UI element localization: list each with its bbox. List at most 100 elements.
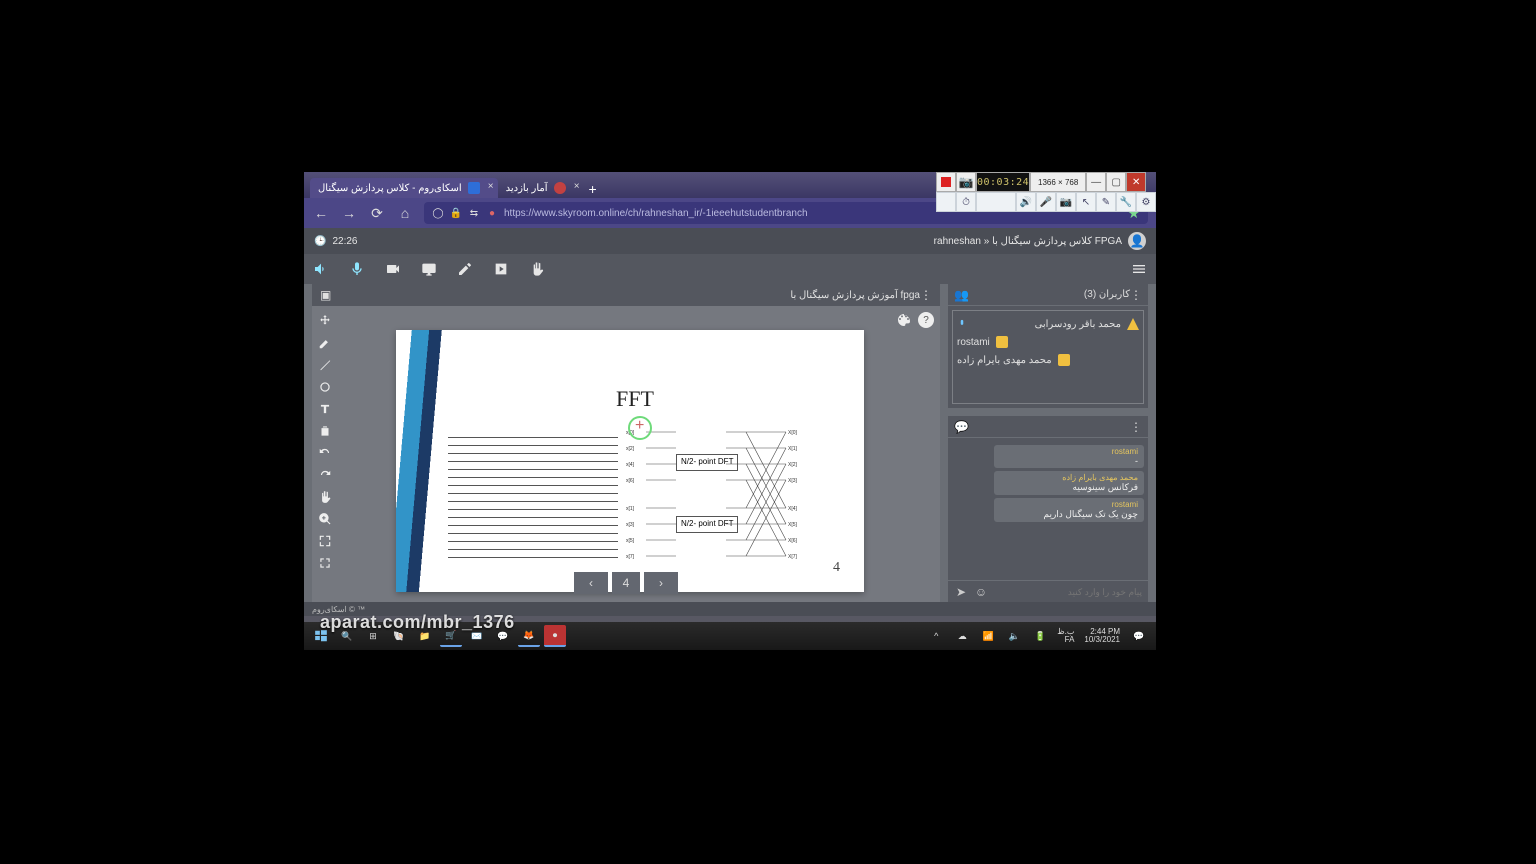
camera-capture-button[interactable]: 📷 (956, 172, 976, 192)
svg-text:X[2]: X[2] (788, 462, 798, 468)
taskbar-clock[interactable]: 2:44 PM 10/3/2021 (1080, 628, 1124, 645)
camera-icon[interactable] (384, 260, 402, 278)
move-tool-icon[interactable] (316, 312, 334, 330)
more-icon[interactable]: ⋮ (920, 288, 932, 302)
browser-tab[interactable]: آمار بازدید × (498, 178, 584, 198)
chat-messages: rostami - محمد مهدی بایرام زاده فرکانس س… (948, 438, 1148, 580)
fullscreen-tool-icon[interactable] (316, 554, 334, 572)
svg-text:x[1]: x[1] (626, 506, 635, 512)
tab-favicon (468, 182, 480, 194)
canvas-tool-palette (316, 312, 334, 572)
rec-timer-icon[interactable]: ⏱ (956, 192, 976, 212)
taskbar-firefox[interactable]: 🦊 (518, 625, 540, 647)
forward-button[interactable]: → (340, 204, 358, 222)
new-tab-button[interactable]: + (584, 180, 602, 198)
chat-input-row: ➤ ☺ (948, 580, 1148, 602)
avatar[interactable]: 👤 (1128, 232, 1146, 250)
rec-audio-icon[interactable]: 🔊 (1016, 192, 1036, 212)
presentation-panel: ▣ آموزش پردازش سیگنال با fpga ⋮ ? (312, 284, 940, 602)
tab-close-icon[interactable]: × (488, 181, 494, 192)
chat-panel: 💬 ⋮ rostami - محمد مهدی بایرام زاده فرکا… (948, 416, 1148, 602)
media-icon[interactable] (492, 260, 510, 278)
rec-mic-icon[interactable]: 🎤 (1036, 192, 1056, 212)
svg-text:X[6]: X[6] (788, 538, 798, 544)
whiteboard-icon[interactable] (456, 260, 474, 278)
user-name: محمد باقر رودسرابی (1035, 319, 1121, 330)
mic-permission-icon: ● (486, 207, 498, 219)
tray-lang[interactable]: ب.ظFA (1055, 628, 1076, 644)
user-row[interactable]: محمد مهدی بایرام زاده (957, 351, 1139, 369)
taskbar-recorder[interactable]: ⏺ (544, 625, 566, 647)
tab-favicon (554, 182, 566, 194)
send-icon[interactable]: ➤ (954, 585, 968, 599)
next-slide-button[interactable]: › (644, 572, 678, 594)
text-tool-icon[interactable] (316, 400, 334, 418)
skyroom-app: 🕒 22:26 rahneshan » کلاس پردازش سیگنال ب… (304, 228, 1156, 616)
rec-cursor-icon[interactable]: ↖ (1076, 192, 1096, 212)
maximize-button[interactable]: ▢ (1106, 172, 1126, 192)
fft-butterfly-diagram (448, 430, 618, 570)
close-button[interactable]: ✕ (1126, 172, 1146, 192)
menu-icon[interactable] (1130, 260, 1148, 278)
pan-tool-icon[interactable] (316, 488, 334, 506)
more-icon[interactable]: ⋮ (1130, 288, 1142, 302)
tray-volume-icon[interactable]: 🔈 (1003, 625, 1025, 647)
media-toolbar (304, 254, 1156, 284)
user-row[interactable]: محمد باقر رودسرابی (957, 315, 1139, 333)
help-icon[interactable]: ? (918, 312, 934, 328)
sidebar: 👥 کاربران (3) ⋮ محمد باقر رودسرابی (948, 284, 1148, 602)
users-panel-header: 👥 کاربران (3) ⋮ (948, 284, 1148, 306)
tray-onedrive-icon[interactable]: ☁ (951, 625, 973, 647)
circle-tool-icon[interactable] (316, 378, 334, 396)
pop-out-icon[interactable]: ▣ (320, 288, 331, 302)
tray-chevron-icon[interactable]: ^ (925, 625, 947, 647)
zoom-tool-icon[interactable] (316, 510, 334, 528)
user-row[interactable]: rostami (957, 333, 1139, 351)
record-button[interactable] (936, 172, 956, 192)
url-text: https://www.skyroom.online/ch/rahneshan_… (504, 208, 808, 219)
redo-icon[interactable] (316, 466, 334, 484)
pause-icon[interactable] (936, 192, 956, 212)
delete-tool-icon[interactable] (316, 422, 334, 440)
permissions-icon: ⇆ (468, 207, 480, 219)
app-body: ▣ آموزش پردازش سیگنال با fpga ⋮ ? (304, 284, 1156, 602)
tab-close-icon[interactable]: × (574, 181, 580, 192)
browser-tab-active[interactable]: اسکای‌روم - کلاس پردازش سیگنال × (310, 178, 498, 198)
palette-icon[interactable] (896, 312, 912, 328)
notifications-icon[interactable]: 💬 (1128, 625, 1150, 647)
svg-text:X[4]: X[4] (788, 506, 798, 512)
pencil-tool-icon[interactable] (316, 334, 334, 352)
home-button[interactable]: ⌂ (396, 204, 414, 222)
svg-text:x[2]: x[2] (626, 446, 635, 452)
tray-battery-icon[interactable]: 🔋 (1029, 625, 1051, 647)
back-button[interactable]: ← (312, 204, 330, 222)
undo-icon[interactable] (316, 444, 334, 462)
svg-text:x[5]: x[5] (626, 538, 635, 544)
svg-text:X[1]: X[1] (788, 446, 798, 452)
user-name: محمد مهدی بایرام زاده (957, 355, 1052, 366)
raise-hand-icon[interactable] (528, 260, 546, 278)
more-icon[interactable]: ⋮ (1130, 420, 1142, 434)
screenshare-icon[interactable] (420, 260, 438, 278)
tray-network-icon[interactable]: 📶 (977, 625, 999, 647)
line-tool-icon[interactable] (316, 356, 334, 374)
prev-slide-button[interactable]: ‹ (574, 572, 608, 594)
user-name: rostami (957, 337, 990, 348)
emoji-icon[interactable]: ☺ (974, 585, 988, 599)
minimize-button[interactable]: — (1086, 172, 1106, 192)
svg-text:X[3]: X[3] (788, 478, 798, 484)
slide-page-number: 4 (833, 560, 840, 576)
chat-input[interactable] (994, 587, 1142, 597)
rec-webcam-icon[interactable]: 📷 (1056, 192, 1076, 212)
rec-settings-icon[interactable]: ⚙ (1136, 192, 1156, 212)
annotation-marker (628, 416, 652, 440)
lock-icon: 🔒 (450, 207, 462, 219)
mic-icon[interactable] (348, 260, 366, 278)
speaker-icon[interactable] (312, 260, 330, 278)
reload-button[interactable]: ⟳ (368, 204, 386, 222)
breadcrumb: rahneshan » کلاس پردازش سیگنال با FPGA (934, 236, 1122, 247)
users-header-label: کاربران (3) (1084, 289, 1130, 300)
fit-tool-icon[interactable] (316, 532, 334, 550)
rec-tools-icon[interactable]: 🔧 (1116, 192, 1136, 212)
rec-draw-icon[interactable]: ✎ (1096, 192, 1116, 212)
